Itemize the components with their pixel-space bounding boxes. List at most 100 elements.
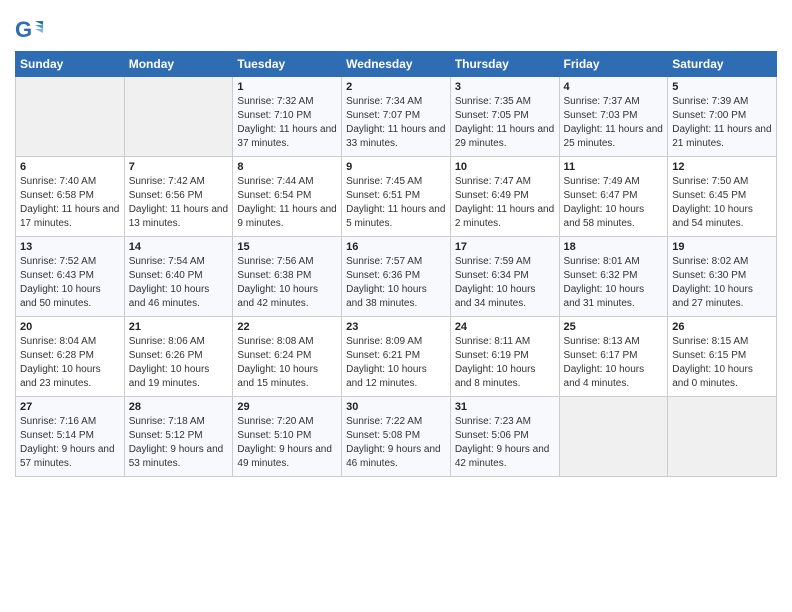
day-detail: Sunrise: 7:54 AMSunset: 6:40 PMDaylight:… [129, 255, 229, 311]
day-detail: Sunrise: 8:15 AMSunset: 6:15 PMDaylight:… [672, 335, 772, 391]
page-header: G [15, 10, 777, 43]
day-number: 23 [346, 321, 446, 333]
day-cell: 3 Sunrise: 7:35 AMSunset: 7:05 PMDaylight… [450, 77, 559, 157]
week-row-1: 1 Sunrise: 7:32 AMSunset: 7:10 PMDaylight… [16, 77, 777, 157]
day-cell: 22Sunrise: 8:08 AMSunset: 6:24 PMDayligh… [233, 317, 342, 397]
day-number: 26 [672, 321, 772, 333]
day-number: 6 [20, 161, 120, 173]
day-detail: Sunrise: 8:11 AMSunset: 6:19 PMDaylight:… [455, 335, 555, 391]
day-detail: Sunrise: 7:16 AMSunset: 5:14 PMDaylight:… [20, 415, 120, 471]
day-detail: Sunrise: 7:32 AMSunset: 7:10 PMDaylight:… [237, 95, 337, 151]
day-detail: Sunrise: 7:52 AMSunset: 6:43 PMDaylight:… [20, 255, 120, 311]
day-cell: 31 Sunrise: 7:23 AMSunset: 5:06 PMDayligh… [450, 397, 559, 477]
day-cell: 13Sunrise: 7:52 AMSunset: 6:43 PMDayligh… [16, 237, 125, 317]
day-cell: 27 Sunrise: 7:16 AMSunset: 5:14 PMDayligh… [16, 397, 125, 477]
day-cell: 29Sunrise: 7:20 AMSunset: 5:10 PMDayligh… [233, 397, 342, 477]
day-cell: 23Sunrise: 8:09 AMSunset: 6:21 PMDayligh… [342, 317, 451, 397]
day-cell: 17 Sunrise: 7:59 AMSunset: 6:34 PMDayligh… [450, 237, 559, 317]
day-detail: Sunrise: 7:18 AMSunset: 5:12 PMDaylight:… [129, 415, 229, 471]
day-cell: 15Sunrise: 7:56 AMSunset: 6:38 PMDayligh… [233, 237, 342, 317]
day-number: 20 [20, 321, 120, 333]
day-cell: 20Sunrise: 8:04 AMSunset: 6:28 PMDayligh… [16, 317, 125, 397]
day-cell: 11 Sunrise: 7:49 AMSunset: 6:47 PMDayligh… [559, 157, 668, 237]
day-number: 30 [346, 401, 446, 413]
week-row-2: 6 Sunrise: 7:40 AMSunset: 6:58 PMDaylight… [16, 157, 777, 237]
day-number: 11 [564, 161, 664, 173]
day-detail: Sunrise: 7:47 AMSunset: 6:49 PMDaylight:… [455, 175, 555, 231]
day-detail: Sunrise: 7:42 AMSunset: 6:56 PMDaylight:… [129, 175, 229, 231]
day-number: 31 [455, 401, 555, 413]
day-cell: 9Sunrise: 7:45 AMSunset: 6:51 PMDaylight… [342, 157, 451, 237]
day-number: 17 [455, 241, 555, 253]
header-monday: Monday [124, 52, 233, 77]
day-cell: 24 Sunrise: 8:11 AMSunset: 6:19 PMDayligh… [450, 317, 559, 397]
day-detail: Sunrise: 8:13 AMSunset: 6:17 PMDaylight:… [564, 335, 664, 391]
header-saturday: Saturday [668, 52, 777, 77]
day-number: 12 [672, 161, 772, 173]
day-detail: Sunrise: 7:44 AMSunset: 6:54 PMDaylight:… [237, 175, 337, 231]
day-cell [559, 397, 668, 477]
day-number: 27 [20, 401, 120, 413]
day-number: 1 [237, 81, 337, 93]
day-detail: Sunrise: 7:40 AMSunset: 6:58 PMDaylight:… [20, 175, 120, 231]
day-number: 14 [129, 241, 229, 253]
day-detail: Sunrise: 7:49 AMSunset: 6:47 PMDaylight:… [564, 175, 664, 231]
day-cell: 8 Sunrise: 7:44 AMSunset: 6:54 PMDaylight… [233, 157, 342, 237]
day-cell: 30 Sunrise: 7:22 AMSunset: 5:08 PMDayligh… [342, 397, 451, 477]
calendar-header-row: SundayMondayTuesdayWednesdayThursdayFrid… [16, 52, 777, 77]
day-number: 28 [129, 401, 229, 413]
day-cell [124, 77, 233, 157]
day-detail: Sunrise: 7:35 AMSunset: 7:05 PMDaylight:… [455, 95, 555, 151]
week-row-3: 13Sunrise: 7:52 AMSunset: 6:43 PMDayligh… [16, 237, 777, 317]
day-detail: Sunrise: 7:59 AMSunset: 6:34 PMDaylight:… [455, 255, 555, 311]
day-detail: Sunrise: 7:37 AMSunset: 7:03 PMDaylight:… [564, 95, 664, 151]
day-detail: Sunrise: 7:34 AMSunset: 7:07 PMDaylight:… [346, 95, 446, 151]
header-wednesday: Wednesday [342, 52, 451, 77]
header-tuesday: Tuesday [233, 52, 342, 77]
day-number: 22 [237, 321, 337, 333]
header-friday: Friday [559, 52, 668, 77]
header-sunday: Sunday [16, 52, 125, 77]
day-detail: Sunrise: 7:39 AMSunset: 7:00 PMDaylight:… [672, 95, 772, 151]
day-number: 16 [346, 241, 446, 253]
day-number: 7 [129, 161, 229, 173]
logo: G [15, 15, 45, 43]
day-detail: Sunrise: 7:22 AMSunset: 5:08 PMDaylight:… [346, 415, 446, 471]
day-cell: 1 Sunrise: 7:32 AMSunset: 7:10 PMDaylight… [233, 77, 342, 157]
day-cell: 25Sunrise: 8:13 AMSunset: 6:17 PMDayligh… [559, 317, 668, 397]
day-detail: Sunrise: 7:23 AMSunset: 5:06 PMDaylight:… [455, 415, 555, 471]
day-detail: Sunrise: 7:50 AMSunset: 6:45 PMDaylight:… [672, 175, 772, 231]
day-cell [668, 397, 777, 477]
day-number: 15 [237, 241, 337, 253]
day-number: 19 [672, 241, 772, 253]
day-cell: 18 Sunrise: 8:01 AMSunset: 6:32 PMDayligh… [559, 237, 668, 317]
header-thursday: Thursday [450, 52, 559, 77]
day-cell: 14 Sunrise: 7:54 AMSunset: 6:40 PMDayligh… [124, 237, 233, 317]
day-cell: 28 Sunrise: 7:18 AMSunset: 5:12 PMDayligh… [124, 397, 233, 477]
day-detail: Sunrise: 8:01 AMSunset: 6:32 PMDaylight:… [564, 255, 664, 311]
day-cell: 4 Sunrise: 7:37 AMSunset: 7:03 PMDaylight… [559, 77, 668, 157]
day-cell: 21 Sunrise: 8:06 AMSunset: 6:26 PMDayligh… [124, 317, 233, 397]
logo-icon: G [15, 15, 43, 43]
day-cell: 7 Sunrise: 7:42 AMSunset: 6:56 PMDaylight… [124, 157, 233, 237]
day-number: 21 [129, 321, 229, 333]
day-number: 18 [564, 241, 664, 253]
svg-text:G: G [15, 17, 32, 42]
day-number: 24 [455, 321, 555, 333]
day-detail: Sunrise: 7:45 AMSunset: 6:51 PMDaylight:… [346, 175, 446, 231]
day-number: 5 [672, 81, 772, 93]
week-row-4: 20Sunrise: 8:04 AMSunset: 6:28 PMDayligh… [16, 317, 777, 397]
calendar-table: SundayMondayTuesdayWednesdayThursdayFrid… [15, 51, 777, 477]
day-detail: Sunrise: 7:57 AMSunset: 6:36 PMDaylight:… [346, 255, 446, 311]
day-cell: 6 Sunrise: 7:40 AMSunset: 6:58 PMDaylight… [16, 157, 125, 237]
day-number: 8 [237, 161, 337, 173]
day-detail: Sunrise: 7:20 AMSunset: 5:10 PMDaylight:… [237, 415, 337, 471]
day-number: 4 [564, 81, 664, 93]
day-number: 3 [455, 81, 555, 93]
week-row-5: 27 Sunrise: 7:16 AMSunset: 5:14 PMDayligh… [16, 397, 777, 477]
day-cell: 12 Sunrise: 7:50 AMSunset: 6:45 PMDayligh… [668, 157, 777, 237]
day-detail: Sunrise: 8:06 AMSunset: 6:26 PMDaylight:… [129, 335, 229, 391]
day-cell: 2Sunrise: 7:34 AMSunset: 7:07 PMDaylight… [342, 77, 451, 157]
day-number: 10 [455, 161, 555, 173]
day-detail: Sunrise: 8:02 AMSunset: 6:30 PMDaylight:… [672, 255, 772, 311]
